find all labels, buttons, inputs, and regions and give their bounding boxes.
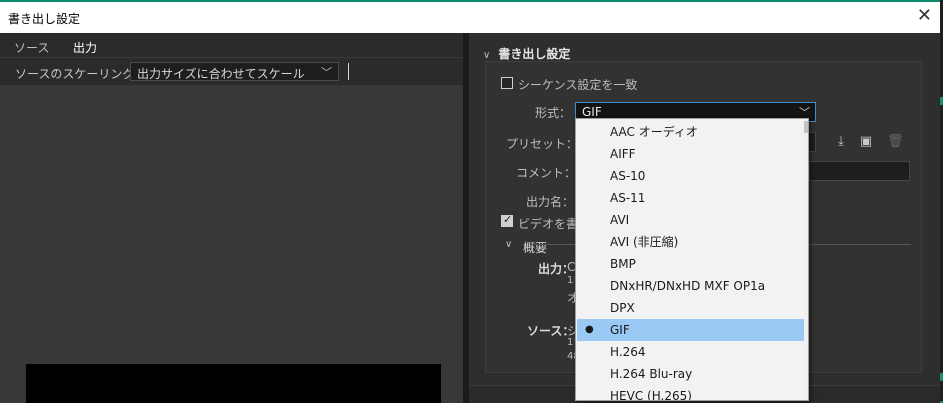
format-option-label: GIF	[610, 323, 630, 337]
dropdown-scrollbar[interactable]	[804, 119, 808, 400]
format-option[interactable]: AS-11	[577, 187, 804, 209]
export-settings-header[interactable]: ∨ 書き出し設定	[483, 45, 570, 62]
format-dropdown-list[interactable]: AAC オーディオ AIFF AS-10 AS-11 AVI AVI (非圧縮)…	[575, 118, 809, 401]
scrollbar-thumb[interactable]	[804, 121, 808, 133]
format-option[interactable]: HEVC (H.265)	[577, 385, 804, 401]
export-video-checkbox[interactable]	[501, 213, 513, 227]
save-preset-icon[interactable]: ▣	[858, 134, 874, 150]
format-option-label: AVI	[610, 213, 630, 227]
format-option[interactable]: AVI	[577, 209, 804, 231]
format-option[interactable]: AAC オーディオ	[577, 121, 804, 143]
format-option[interactable]: DNxHR/DNxHD MXF OP1a	[577, 275, 804, 297]
trash-icon[interactable]: 🗑	[887, 134, 904, 150]
summary-heading: 概要	[523, 241, 548, 255]
import-preset-icon[interactable]: ⤓	[833, 134, 849, 150]
chevron-down-icon[interactable]: ∨	[483, 50, 490, 61]
format-option-label: AIFF	[610, 147, 636, 161]
preset-label: プリセット：	[506, 137, 579, 151]
format-value: GIF	[582, 105, 602, 119]
tab-source[interactable]: ソース	[14, 39, 49, 56]
format-option-label: H.264 Blu-ray	[610, 367, 693, 381]
format-option[interactable]: AS-10	[577, 165, 804, 187]
scaling-bar: ソースのスケーリング： 出力サイズに合わせてスケール ﹀	[0, 57, 463, 85]
close-icon[interactable]: ✕	[917, 6, 932, 26]
format-option-label: AVI (非圧縮)	[610, 235, 679, 249]
format-option[interactable]: H.264	[577, 341, 804, 363]
chevron-down-icon: ﹀	[321, 66, 332, 79]
chevron-down-icon[interactable]: ∨	[505, 239, 512, 250]
format-option-selected[interactable]: ● GIF	[577, 319, 804, 341]
format-option-label: H.264	[610, 345, 646, 359]
comment-label: コメント：	[516, 166, 577, 180]
window-title: 書き出し設定	[8, 12, 81, 26]
scaling-value: 出力サイズに合わせてスケール	[137, 67, 305, 81]
preview-tabs: ソース 出力	[0, 33, 463, 59]
format-option[interactable]: AVI (非圧縮)	[577, 231, 804, 253]
title-bar: 書き出し設定 ✕	[0, 2, 940, 33]
scaling-select[interactable]: 出力サイズに合わせてスケール ﹀	[130, 62, 339, 81]
format-option[interactable]: BMP	[577, 253, 804, 275]
output-name-label: 出力名：	[526, 195, 575, 209]
format-option[interactable]: AIFF	[577, 143, 804, 165]
tab-output[interactable]: 出力	[73, 39, 98, 59]
format-option-label: AAC オーディオ	[610, 125, 698, 139]
format-option-label: DPX	[610, 301, 635, 315]
text-cursor	[348, 63, 349, 80]
format-option-label: DNxHR/DNxHD MXF OP1a	[610, 279, 766, 293]
format-option-label: BMP	[610, 257, 636, 271]
preview-panel: ソース 出力 ソースのスケーリング： 出力サイズに合わせてスケール ﹀	[0, 33, 463, 403]
export-settings-heading: 書き出し設定	[498, 47, 571, 61]
selected-bullet-icon: ●	[585, 324, 594, 335]
format-option-label: HEVC (H.265)	[610, 389, 692, 401]
match-sequence-checkbox[interactable]	[501, 77, 513, 89]
video-preview	[26, 364, 441, 403]
scaling-label: ソースのスケーリング：	[15, 67, 147, 81]
match-sequence-label: シーケンス設定を一致	[518, 78, 638, 92]
format-option[interactable]: H.264 Blu-ray	[577, 363, 804, 385]
format-label: 形式：	[535, 106, 572, 120]
format-option-label: AS-10	[610, 169, 646, 183]
format-option-label: AS-11	[610, 191, 646, 205]
comment-field[interactable]	[809, 161, 910, 181]
format-option[interactable]: DPX	[577, 297, 804, 319]
